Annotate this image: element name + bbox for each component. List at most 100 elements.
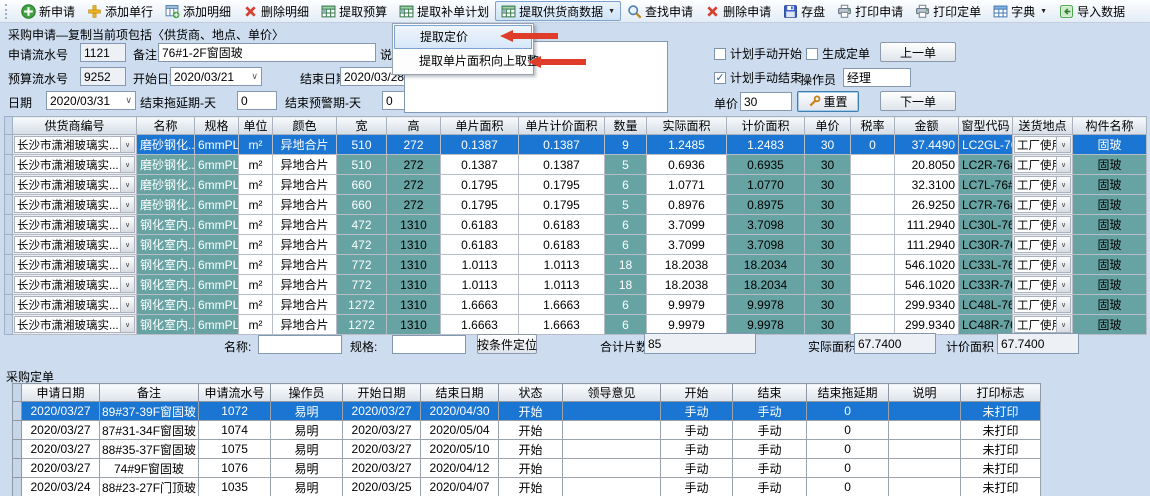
grid-cell-supplier[interactable]: 长沙市潇湘玻璃实...∨	[13, 275, 137, 295]
orders-column-header[interactable]: 结束日期	[421, 384, 499, 402]
grid-cell-part[interactable]: 固玻	[1073, 255, 1147, 275]
grid-cell-actual_area[interactable]: 3.7099	[647, 235, 727, 255]
grid-cell-qty[interactable]: 6	[605, 215, 647, 235]
grid-cell-delivery[interactable]: 工厂使用∨	[1013, 155, 1073, 175]
combo-arrow-icon[interactable]: ∨	[120, 217, 134, 232]
orders-cell[interactable]: 74#9F窗固玻	[100, 459, 199, 478]
grid-cell-delivery[interactable]: 工厂使用∨	[1013, 235, 1073, 255]
grid-cell-price[interactable]: 30	[805, 255, 851, 275]
orders-cell[interactable]: 易明	[271, 421, 343, 440]
grid-row[interactable]: 长沙市潇湘玻璃实...∨磨砂钢化...6mmPLE...m²异地合片660272…	[5, 195, 1147, 215]
grid-cell-piece_area[interactable]: 1.6663	[441, 315, 519, 335]
orders-cell[interactable]: 0	[807, 402, 889, 421]
grid-cell-tax[interactable]	[851, 215, 895, 235]
grid-column-header[interactable]: 单价	[805, 117, 851, 135]
grid-cell-unit[interactable]: m²	[239, 255, 273, 275]
grid-cell-height[interactable]: 1310	[387, 275, 441, 295]
toolbar-button-1[interactable]: 新申请	[15, 1, 81, 21]
grid-cell-win_code[interactable]: LC48L-76#...	[959, 295, 1013, 315]
grid-cell-price[interactable]: 30	[805, 295, 851, 315]
grid-column-header[interactable]: 单片面积	[441, 117, 519, 135]
orders-cell[interactable]: 1075	[199, 440, 271, 459]
grid-row-header[interactable]	[5, 275, 13, 295]
grid-cell-supplier[interactable]: 长沙市潇湘玻璃实...∨	[13, 155, 137, 175]
grid-cell-width[interactable]: 772	[337, 255, 387, 275]
grid-cell-spec[interactable]: 6mmPLE...	[195, 255, 239, 275]
grid-column-header[interactable]: 高	[387, 117, 441, 135]
orders-cell[interactable]: 2020/03/27	[22, 402, 100, 421]
orders-cell[interactable]: 易明	[271, 440, 343, 459]
grid-column-header[interactable]: 窗型代码	[959, 117, 1013, 135]
orders-cell[interactable]: 手动	[661, 440, 733, 459]
toolbar-button-12[interactable]: 打印定单	[909, 1, 987, 21]
grid-cell-actual_area[interactable]: 0.8976	[647, 195, 727, 215]
grid-cell-color[interactable]: 异地合片	[273, 175, 337, 195]
orders-row-header[interactable]	[13, 478, 22, 496]
grid-column-header[interactable]: 颜色	[273, 117, 337, 135]
orders-cell[interactable]: 0	[807, 421, 889, 440]
grid-cell-color[interactable]: 异地合片	[273, 215, 337, 235]
orders-row-header[interactable]	[13, 459, 22, 478]
grid-cell-spec[interactable]: 6mmPLE...	[195, 195, 239, 215]
reset-button[interactable]: 重置	[797, 91, 859, 112]
orders-cell[interactable]: 1074	[199, 421, 271, 440]
previous-order-button[interactable]: 上一单	[880, 42, 956, 62]
grid-cell-width[interactable]: 772	[337, 275, 387, 295]
grid-cell-height[interactable]: 272	[387, 195, 441, 215]
orders-cell[interactable]	[563, 459, 661, 478]
orders-cell[interactable]: 87#31-34F窗固玻	[100, 421, 199, 440]
grid-column-header[interactable]: 宽	[337, 117, 387, 135]
toolbar-button-5[interactable]: 提取预算	[315, 1, 393, 21]
grid-cell-tax[interactable]	[851, 195, 895, 215]
grid-cell-unit[interactable]: m²	[239, 155, 273, 175]
grid-row-header[interactable]	[5, 255, 13, 275]
grid-cell-height[interactable]: 1310	[387, 295, 441, 315]
grid-cell-part[interactable]: 固玻	[1073, 235, 1147, 255]
grid-cell-price[interactable]: 30	[805, 135, 851, 155]
orders-column-header[interactable]: 开始日期	[343, 384, 421, 402]
grid-cell-tax[interactable]	[851, 235, 895, 255]
combo-arrow-icon[interactable]: ∨	[1056, 197, 1070, 212]
grid-cell-delivery[interactable]: 工厂使用∨	[1013, 175, 1073, 195]
combo-arrow-icon[interactable]: ∨	[120, 317, 134, 332]
grid-column-header[interactable]: 金额	[895, 117, 959, 135]
grid-cell-supplier[interactable]: 长沙市潇湘玻璃实...∨	[13, 135, 137, 155]
grid-cell-piece_area[interactable]: 1.6663	[441, 295, 519, 315]
grid-cell-spec[interactable]: 6mmPLE...	[195, 155, 239, 175]
grid-cell-amount[interactable]: 299.9340	[895, 295, 959, 315]
grid-cell-spec[interactable]: 6mmPLE...	[195, 135, 239, 155]
grid-cell-calc_area[interactable]: 0.6935	[727, 155, 805, 175]
orders-column-header[interactable]: 领导意见	[563, 384, 661, 402]
grid-cell-price[interactable]: 30	[805, 275, 851, 295]
grid-cell-part[interactable]: 固玻	[1073, 295, 1147, 315]
orders-cell[interactable]: 2020/03/25	[343, 478, 421, 496]
orders-column-header[interactable]: 申请日期	[22, 384, 100, 402]
grid-cell-actual_area[interactable]: 18.2038	[647, 255, 727, 275]
grid-cell-win_code[interactable]: LC33L-76#...	[959, 255, 1013, 275]
toolbar-button-10[interactable]: 存盘	[777, 1, 831, 21]
grid-cell-name[interactable]: 钢化室内...	[137, 215, 195, 235]
filter-spec-input[interactable]	[392, 335, 466, 354]
grid-cell-qty[interactable]: 6	[605, 315, 647, 335]
orders-cell[interactable]: 2020/04/12	[421, 459, 499, 478]
orders-row[interactable]: 2020/03/2774#9F窗固玻1076易明2020/03/272020/0…	[13, 459, 1041, 478]
grid-cell-spec[interactable]: 6mmPLE...	[195, 295, 239, 315]
grid-cell-actual_area[interactable]: 18.2038	[647, 275, 727, 295]
grid-row-header[interactable]	[5, 155, 13, 175]
orders-cell[interactable]: 易明	[271, 402, 343, 421]
unit-price-input[interactable]: 30	[740, 92, 792, 111]
grid-cell-part[interactable]: 固玻	[1073, 275, 1147, 295]
grid-cell-amount[interactable]: 26.9250	[895, 195, 959, 215]
orders-cell[interactable]: 手动	[661, 459, 733, 478]
orders-cell[interactable]: 手动	[661, 421, 733, 440]
grid-cell-spec[interactable]: 6mmPLE...	[195, 215, 239, 235]
grid-cell-amount[interactable]: 111.2940	[895, 235, 959, 255]
grid-cell-piece_calc_area[interactable]: 1.0113	[519, 275, 605, 295]
toolbar-button-8[interactable]: 查找申请	[621, 1, 699, 21]
orders-cell[interactable]: 手动	[661, 402, 733, 421]
orders-cell[interactable]: 手动	[733, 440, 807, 459]
orders-row[interactable]: 2020/03/2789#37-39F窗固玻1072易明2020/03/2720…	[13, 402, 1041, 421]
grid-cell-color[interactable]: 异地合片	[273, 255, 337, 275]
grid-cell-color[interactable]: 异地合片	[273, 235, 337, 255]
grid-cell-height[interactable]: 1310	[387, 215, 441, 235]
